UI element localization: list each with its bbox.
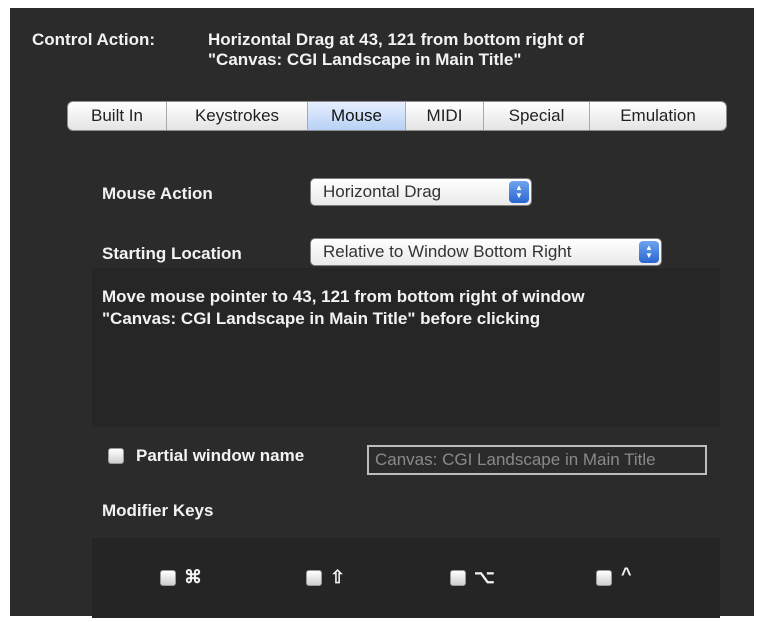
control-icon: ^ [621,564,632,584]
starting-location-value: Relative to Window Bottom Right [323,242,572,261]
control-action-summary: Horizontal Drag at 43, 121 from bottom r… [208,30,584,69]
shift-modifier-checkbox[interactable] [306,570,322,586]
action-type-tabs: Built In Keystrokes Mouse MIDI Special E… [67,101,727,131]
option-icon: ⌥ [474,567,495,587]
tab-mouse[interactable]: Mouse [308,102,406,130]
starting-location-label: Starting Location [102,244,242,263]
tab-midi[interactable]: MIDI [406,102,484,130]
partial-window-name-checkbox[interactable] [108,448,124,464]
action-description: Move mouse pointer to 43, 121 from botto… [102,287,585,328]
tab-built-in[interactable]: Built In [68,102,167,130]
control-action-label: Control Action: [32,30,156,49]
popup-arrows-icon: ▲ ▼ [509,181,529,203]
starting-location-popup[interactable]: Relative to Window Bottom Right ▲ ▼ [310,238,662,266]
window-name-field[interactable]: Canvas: CGI Landscape in Main Title [367,445,707,475]
command-icon: ⌘ [184,567,202,587]
shift-icon: ⇧ [330,567,346,587]
partial-window-name-label: Partial window name [136,446,305,465]
option-modifier-checkbox[interactable] [450,570,466,586]
tab-special[interactable]: Special [484,102,590,130]
command-modifier-checkbox[interactable] [160,570,176,586]
tab-emulation[interactable]: Emulation [590,102,726,130]
popup-arrows-icon: ▲ ▼ [639,241,659,263]
control-modifier-checkbox[interactable] [596,570,612,586]
mouse-action-label: Mouse Action [102,184,213,203]
mouse-action-value: Horizontal Drag [323,182,442,201]
tab-keystrokes[interactable]: Keystrokes [167,102,308,130]
control-action-panel: Control Action: Horizontal Drag at 43, 1… [10,8,754,618]
modifier-keys-label: Modifier Keys [102,501,214,520]
mouse-action-popup[interactable]: Horizontal Drag ▲ ▼ [310,178,532,206]
